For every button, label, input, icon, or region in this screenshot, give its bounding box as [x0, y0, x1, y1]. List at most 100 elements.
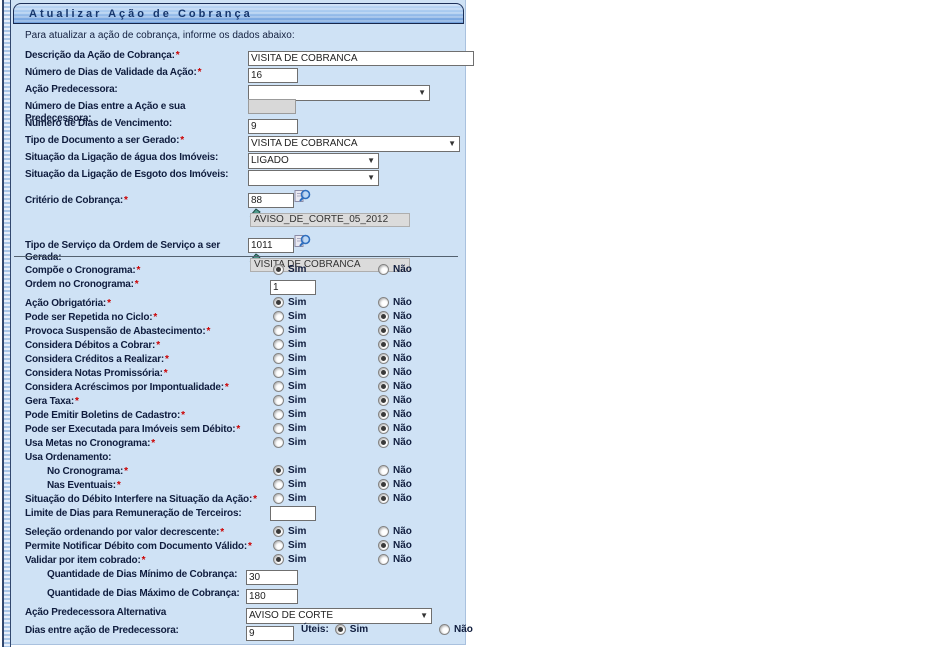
field-row: Ordem no Cronograma:*1: [25, 277, 463, 296]
radio-sim[interactable]: [273, 493, 284, 504]
radio-nao[interactable]: [378, 264, 389, 275]
radio-nao[interactable]: [378, 381, 389, 392]
field-row: Considera Acréscimos por Impontualidade:…: [25, 380, 463, 394]
field-label: Dias entre ação de Predecessora:: [25, 623, 179, 637]
radio-option: Não: [378, 465, 412, 476]
radio-sim[interactable]: [273, 381, 284, 392]
radio-nao[interactable]: [378, 339, 389, 350]
field-label: Pode Emitir Boletins de Cadastro:*: [25, 408, 185, 422]
radio-option: Não: [378, 311, 412, 322]
radio-option-label: Não: [393, 297, 412, 308]
radio-nao[interactable]: [378, 540, 389, 551]
radio-option: Não: [378, 264, 412, 275]
radio-option-label: Não: [393, 493, 412, 504]
radio-nao[interactable]: [378, 526, 389, 537]
radio-option: Sim: [273, 264, 306, 275]
field-row: Quantidade de Dias Mínimo de Cobrança:30: [25, 567, 463, 586]
field-control: VISITA DE COBRANCA: [248, 48, 474, 66]
text-input[interactable]: 30: [246, 570, 298, 585]
radio-option: Não: [378, 540, 412, 551]
field-control: ▼: [248, 167, 379, 186]
radio-sim[interactable]: [273, 297, 284, 308]
radio-nao[interactable]: [378, 423, 389, 434]
radio-sim[interactable]: [273, 409, 284, 420]
required-asterisk: *: [175, 50, 180, 61]
required-asterisk: *: [219, 527, 224, 538]
radio-sim[interactable]: [273, 325, 284, 336]
field-row: Usa Ordenamento:: [25, 450, 463, 464]
radio-sim[interactable]: [273, 395, 284, 406]
text-input[interactable]: 180: [246, 589, 298, 604]
text-input[interactable]: 88: [248, 193, 294, 208]
radio-nao[interactable]: [378, 479, 389, 490]
radio-nao[interactable]: [378, 353, 389, 364]
radio-nao[interactable]: [378, 437, 389, 448]
radio-option-label: Sim: [288, 465, 306, 476]
required-asterisk: *: [135, 265, 140, 276]
left-frame-border: [2, 0, 11, 647]
radio-sim[interactable]: [273, 423, 284, 434]
page-background: Atualizar Ação de Cobrança Para atualiza…: [0, 0, 928, 664]
radio-nao[interactable]: [378, 367, 389, 378]
search-icon[interactable]: [294, 234, 312, 254]
text-input[interactable]: [270, 506, 316, 521]
radio-sim[interactable]: [273, 540, 284, 551]
text-input[interactable]: 1: [270, 280, 316, 295]
radio-sim[interactable]: [273, 437, 284, 448]
radio-nao[interactable]: [378, 554, 389, 565]
radio-option-label: Não: [393, 311, 412, 322]
field-row: Limite de Dias para Remuneração de Terce…: [25, 506, 463, 525]
radio-option-label: Sim: [288, 325, 306, 336]
field-label: Considera Créditos a Realizar:*: [25, 352, 169, 366]
radio-option-label: Sim: [288, 526, 306, 537]
required-asterisk: *: [235, 424, 240, 435]
top-fields-section: Descrição da Ação de Cobrança:*VISITA DE…: [25, 48, 463, 274]
radio-nao[interactable]: [378, 395, 389, 406]
text-input[interactable]: 16: [248, 68, 298, 83]
field-row: Pode ser Executada para Imóveis sem Débi…: [25, 422, 463, 436]
radio-nao[interactable]: [439, 624, 450, 635]
radio-sim[interactable]: [335, 624, 346, 635]
radio-sim[interactable]: [273, 465, 284, 476]
text-input[interactable]: 1011: [248, 238, 294, 253]
radio-sim[interactable]: [273, 526, 284, 537]
field-label-text: Ação Predecessora Alternativa: [25, 607, 166, 618]
chevron-down-icon: ▼: [364, 173, 378, 182]
search-icon[interactable]: [294, 189, 312, 209]
radio-sim[interactable]: [273, 339, 284, 350]
radio-sim[interactable]: [273, 353, 284, 364]
required-asterisk: *: [247, 541, 252, 552]
radio-option: Não: [378, 479, 412, 490]
radio-sim[interactable]: [273, 554, 284, 565]
select-input[interactable]: AVISO DE CORTE▼: [246, 608, 432, 624]
field-label-text: Permite Notificar Débito com Documento V…: [25, 541, 247, 552]
radio-option-label: Sim: [288, 381, 306, 392]
required-asterisk: *: [123, 195, 128, 206]
field-row: Número de Dias de Validade da Ação:*16: [25, 65, 463, 82]
radio-option-label: Sim: [288, 409, 306, 420]
radio-option: Sim: [273, 479, 306, 490]
radio-nao[interactable]: [378, 297, 389, 308]
radio-sim[interactable]: [273, 264, 284, 275]
field-row: No Cronograma:*SimNão: [25, 464, 463, 478]
radio-sim[interactable]: [273, 367, 284, 378]
text-input[interactable]: 9: [246, 626, 294, 641]
radio-nao[interactable]: [378, 325, 389, 336]
field-row: Permite Notificar Débito com Documento V…: [25, 539, 463, 553]
required-asterisk: *: [150, 438, 155, 449]
radio-nao[interactable]: [378, 409, 389, 420]
radio-sim[interactable]: [273, 311, 284, 322]
text-input[interactable]: VISITA DE COBRANCA: [248, 51, 474, 66]
select-input[interactable]: ▼: [248, 170, 379, 186]
text-input[interactable]: 9: [248, 119, 298, 134]
radio-nao[interactable]: [378, 493, 389, 504]
radio-sim[interactable]: [273, 479, 284, 490]
radio-nao[interactable]: [378, 311, 389, 322]
field-label: Limite de Dias para Remuneração de Terce…: [25, 506, 241, 520]
radio-nao[interactable]: [378, 465, 389, 476]
radio-option-label: Não: [393, 437, 412, 448]
required-asterisk: *: [152, 312, 157, 323]
radio-option: Não: [378, 493, 412, 504]
field-label-text: Pode Emitir Boletins de Cadastro:: [25, 410, 180, 421]
field-row: Pode ser Repetida no Ciclo:*SimNão: [25, 310, 463, 324]
